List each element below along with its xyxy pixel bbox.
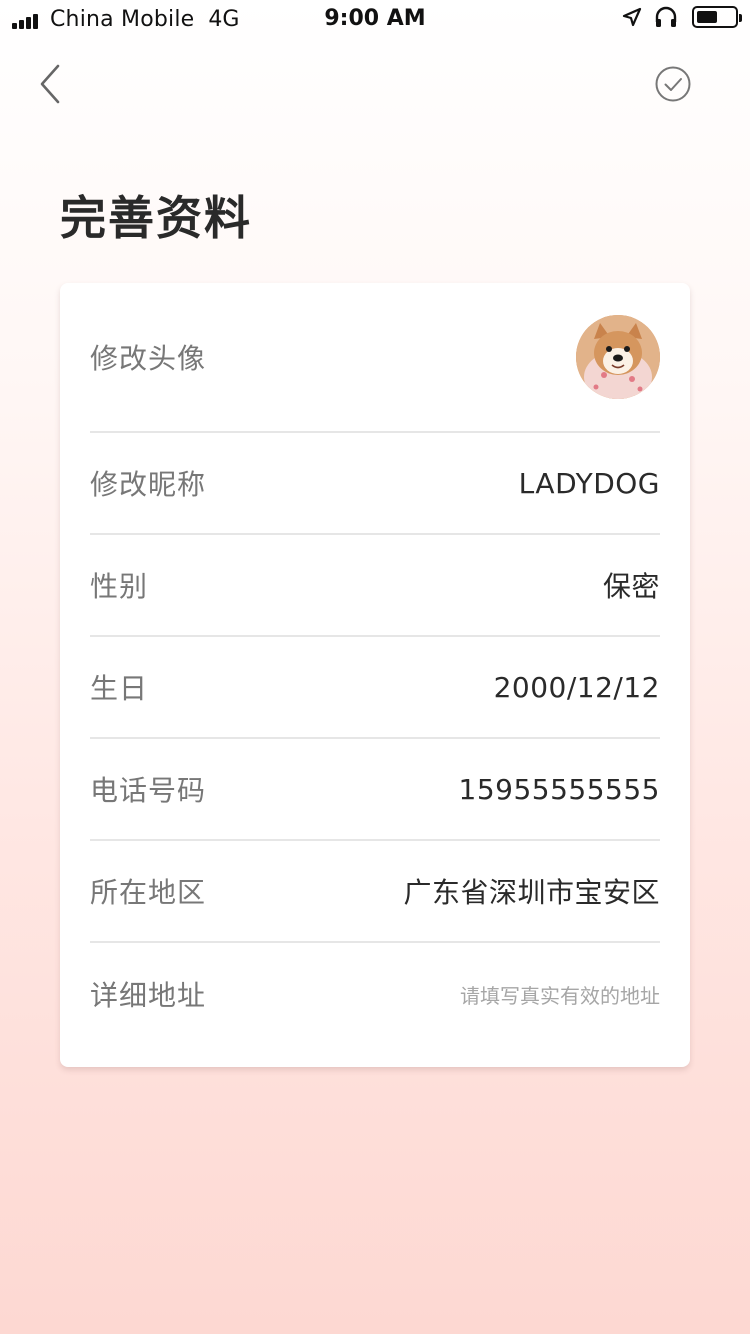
address-row[interactable]: 详细地址 请填写真实有效的地址: [90, 943, 660, 1045]
row-label: 修改头像: [90, 342, 207, 375]
gender-row[interactable]: 性别 保密: [90, 535, 660, 637]
address-placeholder[interactable]: 请填写真实有效的地址: [460, 980, 660, 1009]
row-label: 生日: [90, 672, 149, 705]
status-bar: China Mobile 4G 9:00 AM: [0, 0, 750, 40]
location-arrow-icon: [622, 7, 642, 27]
page-title: 完善资料: [60, 191, 252, 245]
gender-value: 保密: [602, 570, 660, 603]
chevron-left-icon: [40, 64, 60, 104]
battery-icon: [692, 6, 742, 28]
phone-value: 15955555555: [458, 772, 660, 806]
row-label: 所在地区: [90, 876, 207, 909]
dog-avatar: [576, 315, 660, 399]
region-row[interactable]: 所在地区 广东省深圳市宝安区: [90, 841, 660, 943]
confirm-button[interactable]: [654, 65, 692, 103]
check-circle-icon: [655, 66, 691, 102]
headphones-icon: [654, 6, 678, 28]
avatar-row[interactable]: 修改头像: [90, 283, 660, 433]
row-label: 电话号码: [90, 774, 207, 807]
birthday-row[interactable]: 生日 2000/12/12: [90, 637, 660, 739]
avatar[interactable]: [576, 315, 660, 399]
row-label: 性别: [90, 570, 149, 603]
nickname-value: LADYDOG: [518, 466, 660, 500]
row-label: 详细地址: [90, 979, 207, 1012]
phone-row[interactable]: 电话号码 15955555555: [90, 739, 660, 841]
nickname-row[interactable]: 修改昵称 LADYDOG: [90, 433, 660, 535]
status-right: [610, 6, 742, 28]
region-value: 广东省深圳市宝安区: [403, 876, 660, 909]
back-button[interactable]: [36, 62, 66, 106]
row-label: 修改昵称: [90, 468, 207, 501]
profile-card: 修改头像 修改昵称 LADYDOG 性别 保密 生日 2000/12/12 电话…: [60, 283, 690, 1067]
birthday-value: 2000/12/12: [493, 670, 660, 704]
